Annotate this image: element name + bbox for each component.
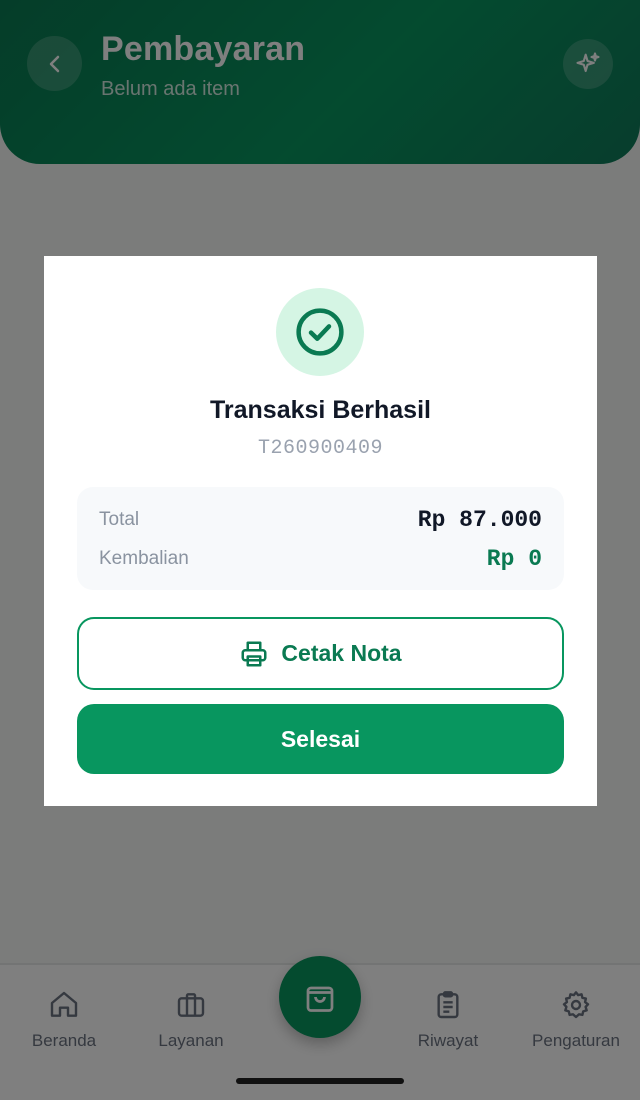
change-label: Kembalian [99,548,189,569]
payment-summary: Total Rp 87.000 Kembalian Rp 0 [77,487,564,590]
total-label: Total [99,509,140,530]
success-badge [276,288,364,376]
done-button[interactable]: Selesai [77,704,564,774]
dialog-title: Transaksi Berhasil [210,396,431,424]
printer-icon [241,641,267,666]
total-value: Rp 87.000 [417,507,542,533]
check-circle-icon [296,308,344,356]
total-row: Total Rp 87.000 [99,507,542,539]
print-button-label: Cetak Nota [281,640,402,666]
change-value: Rp 0 [486,546,542,572]
change-row: Kembalian Rp 0 [99,546,542,578]
print-receipt-button[interactable]: Cetak Nota [77,617,564,690]
transaction-success-dialog: Transaksi Berhasil T260900409 Total Rp 8… [44,256,597,806]
home-indicator [236,1078,404,1084]
done-button-label: Selesai [280,725,361,752]
payment-screen: Pembayaran Belum ada item Beranda Layana… [0,0,640,1100]
transaction-id: T260900409 [257,437,384,460]
